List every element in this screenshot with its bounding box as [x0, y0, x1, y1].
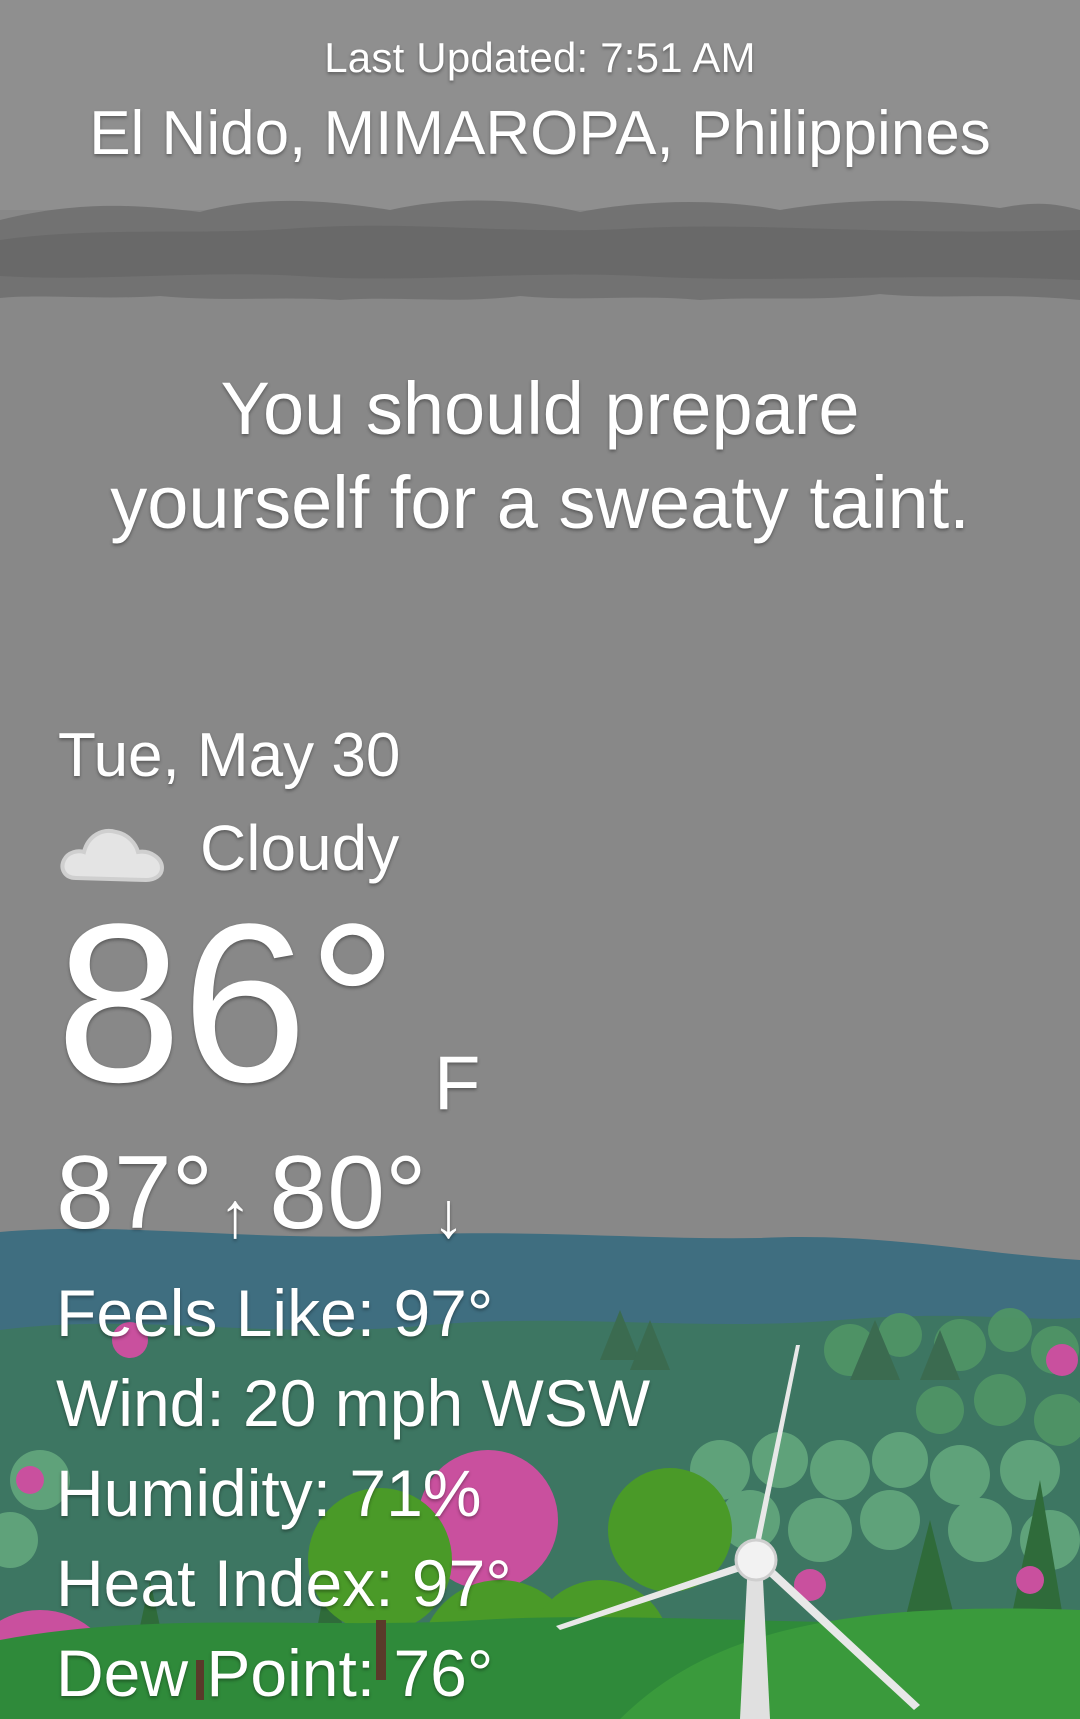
temperature-unit[interactable]: F [434, 1040, 480, 1127]
condition-label: Cloudy [200, 812, 400, 884]
high-temperature: 87° [56, 1135, 214, 1251]
current-temperature: 86° [56, 876, 398, 1129]
location-title[interactable]: El Nido, MIMAROPA, Philippines [0, 98, 1080, 169]
message-line: yourself for a sweaty taint. [110, 461, 970, 544]
dew-point-detail: Dew Point: 76° [56, 1636, 494, 1710]
weather-details-list: Feels Like: 97° Wind: 20 mph WSW Humidit… [56, 1268, 650, 1718]
forecast-date: Tue, May 30 [58, 721, 401, 790]
low-temperature: 80° [269, 1135, 427, 1251]
last-updated-text: Last Updated: 7:51 AM [324, 34, 756, 81]
high-low-row: 87° ↑ 80° ↓ [56, 1134, 483, 1253]
heat-index-detail: Heat Index: 97° [56, 1546, 512, 1620]
weather-message: You should prepare yourself for a sweaty… [40, 362, 1040, 550]
arrow-down-icon: ↓ [432, 1179, 465, 1251]
message-line: You should prepare [220, 367, 860, 450]
humidity-detail: Humidity: 71% [56, 1456, 482, 1530]
arrow-up-icon: ↑ [219, 1179, 252, 1251]
wind-detail: Wind: 20 mph WSW [56, 1366, 651, 1440]
feels-like-detail: Feels Like: 97° [56, 1276, 494, 1350]
